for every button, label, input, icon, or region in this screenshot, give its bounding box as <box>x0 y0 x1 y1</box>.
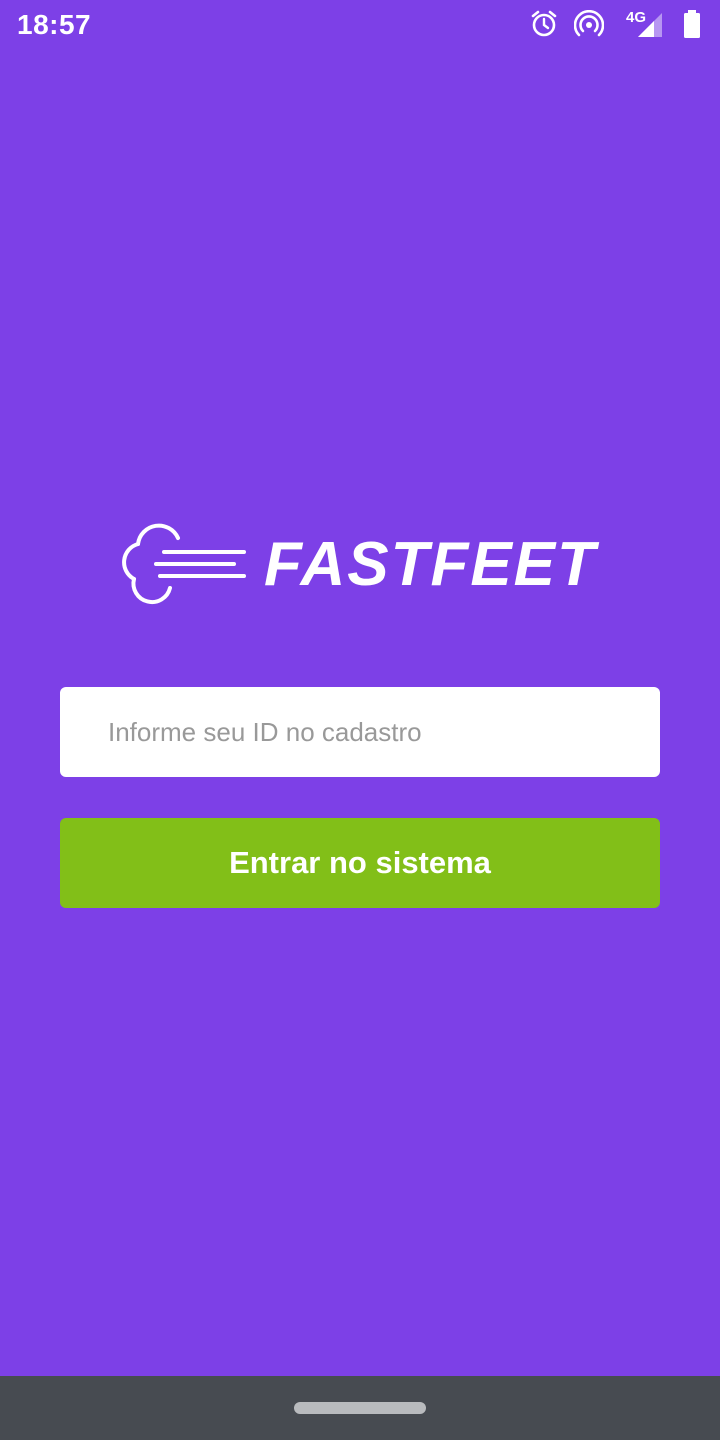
user-id-input[interactable] <box>60 687 660 777</box>
fast-cloud-icon <box>122 523 246 605</box>
hotspot-icon <box>574 10 604 37</box>
cell-signal-icon <box>638 13 662 37</box>
status-bar: 18:57 4G <box>0 0 720 50</box>
navigation-bar <box>0 1376 720 1440</box>
alarm-icon <box>531 10 557 37</box>
home-gesture-handle[interactable] <box>294 1402 426 1414</box>
battery-icon <box>684 10 700 38</box>
status-time: 18:57 <box>17 9 92 40</box>
login-button[interactable]: Entrar no sistema <box>60 818 660 908</box>
logo-wordmark: FASTFEET <box>264 530 597 599</box>
fastfeet-logo: FASTFEET <box>116 520 596 610</box>
